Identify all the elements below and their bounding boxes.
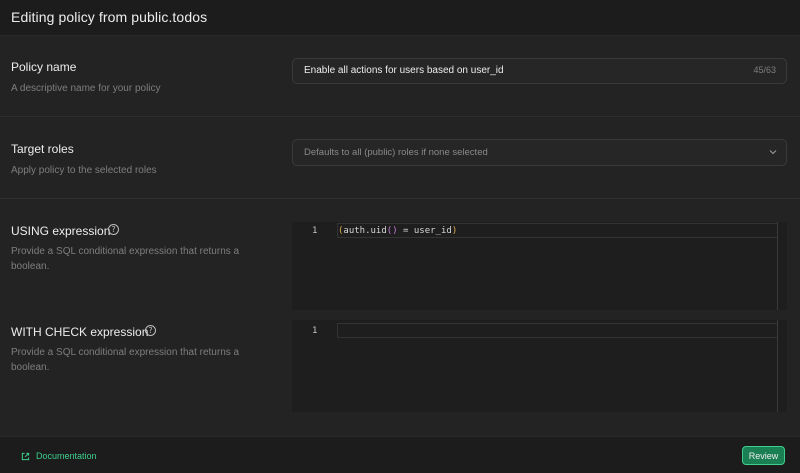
line-number: 1 xyxy=(312,326,318,336)
using-expression-label: USING expression xyxy=(11,224,111,238)
section-divider xyxy=(0,198,800,199)
modal-footer: Documentation Review xyxy=(0,436,800,473)
paren-call: () xyxy=(386,226,398,236)
policy-name-value: Enable all actions for users based on us… xyxy=(304,65,504,76)
modal-header: Editing policy from public.todos xyxy=(0,0,800,36)
line-number: 1 xyxy=(312,226,318,236)
target-roles-description: Apply policy to the selected roles xyxy=(11,165,157,176)
with-check-expression-label: WITH CHECK expression xyxy=(11,325,149,339)
help-icon[interactable]: ? xyxy=(108,224,119,235)
review-button[interactable]: Review xyxy=(742,446,785,465)
target-roles-label: Target roles xyxy=(11,142,74,156)
paren-close: ) xyxy=(451,226,458,236)
policy-name-input[interactable]: Enable all actions for users based on us… xyxy=(292,58,787,84)
chevron-down-icon xyxy=(769,150,777,155)
target-roles-placeholder: Defaults to all (public) roles if none s… xyxy=(304,147,488,158)
page-title: Editing policy from public.todos xyxy=(11,9,208,25)
code-auth-uid: auth.uid xyxy=(343,226,387,236)
with-check-expression-description: Provide a SQL conditional expression tha… xyxy=(11,347,240,373)
using-expression-editor[interactable]: 1 (auth.uid() = user_id) xyxy=(292,222,787,310)
policy-name-label: Policy name xyxy=(11,60,77,74)
using-expression-description: Provide a SQL conditional expression tha… xyxy=(11,246,240,272)
target-roles-select[interactable]: Defaults to all (public) roles if none s… xyxy=(292,139,787,166)
current-line-highlight xyxy=(337,323,778,338)
help-icon[interactable]: ? xyxy=(145,325,156,336)
code-line: (auth.uid() = user_id) xyxy=(338,226,457,236)
section-divider xyxy=(0,116,800,117)
editor-scrollbar[interactable] xyxy=(777,222,778,310)
documentation-label: Documentation xyxy=(36,451,97,461)
editor-scrollbar[interactable] xyxy=(777,320,778,412)
documentation-link[interactable]: Documentation xyxy=(21,451,97,461)
code-compare: = user_id xyxy=(397,226,452,236)
character-counter: 45/63 xyxy=(753,65,776,75)
with-check-expression-editor[interactable]: 1 xyxy=(292,320,787,412)
external-link-icon xyxy=(21,452,30,460)
policy-name-description: A descriptive name for your policy xyxy=(11,83,161,94)
